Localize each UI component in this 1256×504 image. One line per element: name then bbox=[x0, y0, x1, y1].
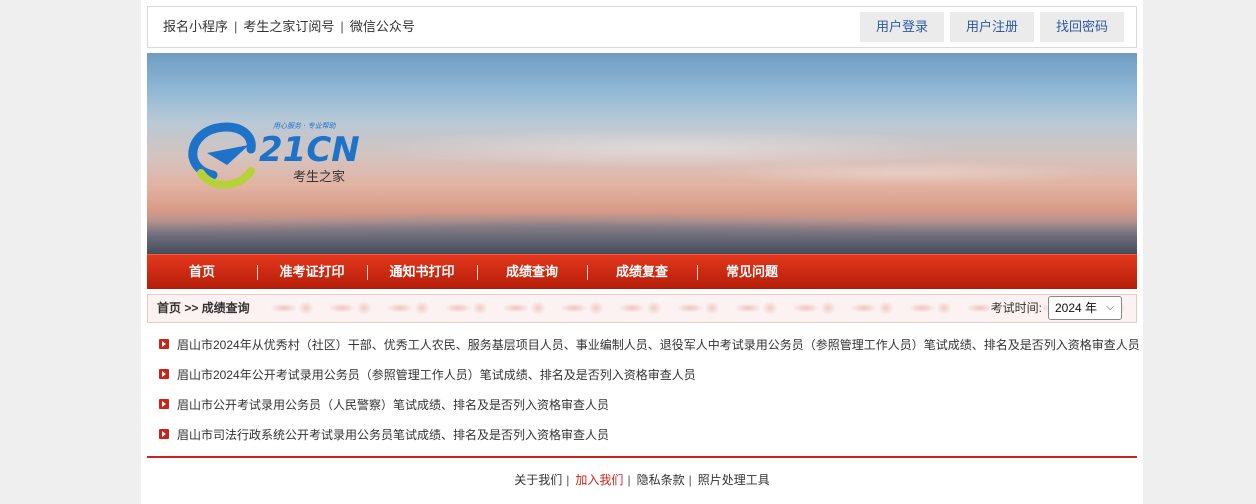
link-subscription-account[interactable]: 考生之家订阅号 bbox=[243, 19, 334, 34]
link-wechat-official-account[interactable]: 微信公众号 bbox=[350, 19, 415, 34]
chevron-down-icon: ⌵ bbox=[1106, 302, 1114, 313]
arrow-bullet-icon bbox=[159, 339, 169, 349]
separator: | bbox=[566, 473, 570, 487]
logo-brand: 21CN bbox=[259, 130, 360, 170]
nav-admission-ticket-print[interactable]: 准考证打印 bbox=[257, 255, 367, 289]
list-item-title[interactable]: 眉山市2024年从优秀村（社区）干部、优秀工人农民、服务基层项目人员、事业编制人… bbox=[177, 338, 1139, 352]
exam-year-select[interactable]: 2024 年 ⌵ bbox=[1048, 296, 1122, 320]
list-item-title[interactable]: 眉山市公开考试录用公务员（人民警察）笔试成绩、排名及是否列入资格审查人员 bbox=[177, 398, 609, 412]
footer-join-link[interactable]: 加入我们 bbox=[575, 473, 623, 487]
link-mini-program[interactable]: 报名小程序 bbox=[163, 19, 228, 34]
recover-password-button[interactable]: 找回密码 bbox=[1040, 12, 1124, 42]
top-links: 报名小程序 | 考生之家订阅号 | 微信公众号 bbox=[163, 7, 415, 47]
list-item[interactable]: 眉山市司法行政系统公开考试录用公务员笔试成绩、排名及是否列入资格审查人员 bbox=[159, 422, 1139, 452]
logo-slogan: 用心服务 · 专业帮助 bbox=[273, 122, 337, 130]
logo-name: 考生之家 bbox=[293, 169, 345, 185]
footer-about-link[interactable]: 关于我们 bbox=[514, 473, 562, 487]
register-button[interactable]: 用户注册 bbox=[950, 12, 1034, 42]
nav-home[interactable]: 首页 bbox=[147, 255, 257, 289]
main-nav: 首页 准考证打印 通知书打印 成绩查询 成绩复查 常见问题 bbox=[147, 254, 1137, 289]
footer-divider bbox=[147, 456, 1137, 458]
separator: | bbox=[688, 473, 692, 487]
account-buttons: 用户登录 用户注册 找回密码 bbox=[860, 12, 1124, 42]
nav-faq[interactable]: 常见问题 bbox=[697, 255, 807, 289]
separator: | bbox=[627, 473, 631, 487]
arrow-bullet-icon bbox=[159, 429, 169, 439]
breadcrumb-bar: 首页 >> 成绩查询 考试时间: 2024 年 ⌵ bbox=[147, 294, 1137, 323]
exam-year-value: 2024 年 bbox=[1055, 301, 1098, 315]
arrow-bullet-icon bbox=[159, 399, 169, 409]
score-list: 眉山市2024年从优秀村（社区）干部、优秀工人农民、服务基层项目人员、事业编制人… bbox=[159, 332, 1139, 452]
footer-privacy-link[interactable]: 隐私条款 bbox=[637, 473, 685, 487]
separator: | bbox=[340, 19, 344, 34]
breadcrumb: 首页 >> 成绩查询 bbox=[157, 295, 254, 322]
exam-year-label: 考试时间: bbox=[988, 295, 1044, 322]
footer-photo-tool-link[interactable]: 照片处理工具 bbox=[698, 473, 770, 487]
site-logo[interactable]: 用心服务 · 专业帮助 21CN 考生之家 bbox=[187, 115, 367, 195]
nav-score-review[interactable]: 成绩复查 bbox=[587, 255, 697, 289]
page-container: 报名小程序 | 考生之家订阅号 | 微信公众号 用户登录 用户注册 找回密码 用心服务 … bbox=[141, 0, 1143, 504]
list-item[interactable]: 眉山市2024年公开考试录用公务员（参照管理工作人员）笔试成绩、排名及是否列入资… bbox=[159, 362, 1139, 392]
list-item-title[interactable]: 眉山市司法行政系统公开考试录用公务员笔试成绩、排名及是否列入资格审查人员 bbox=[177, 428, 609, 442]
list-item-title[interactable]: 眉山市2024年公开考试录用公务员（参照管理工作人员）笔试成绩、排名及是否列入资… bbox=[177, 368, 696, 382]
separator: | bbox=[234, 19, 238, 34]
list-item[interactable]: 眉山市公开考试录用公务员（人民警察）笔试成绩、排名及是否列入资格审查人员 bbox=[159, 392, 1139, 422]
header-banner: 用心服务 · 专业帮助 21CN 考生之家 bbox=[147, 53, 1137, 254]
list-item[interactable]: 眉山市2024年从优秀村（社区）干部、优秀工人农民、服务基层项目人员、事业编制人… bbox=[159, 332, 1139, 362]
arrow-bullet-icon bbox=[159, 369, 169, 379]
nav-score-query[interactable]: 成绩查询 bbox=[477, 255, 587, 289]
footer-links: 关于我们 | 加入我们 | 隐私条款 | 照片处理工具 bbox=[141, 470, 1143, 490]
nav-notice-print[interactable]: 通知书打印 bbox=[367, 255, 477, 289]
login-button[interactable]: 用户登录 bbox=[860, 12, 944, 42]
top-bar: 报名小程序 | 考生之家订阅号 | 微信公众号 用户登录 用户注册 找回密码 bbox=[147, 6, 1137, 48]
horizon-shadow bbox=[147, 221, 1137, 254]
